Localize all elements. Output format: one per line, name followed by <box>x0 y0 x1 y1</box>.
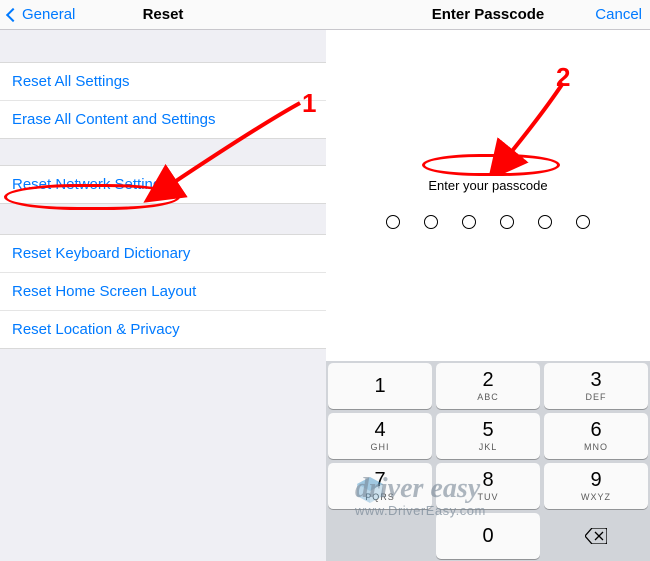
reset-title: Reset <box>143 6 184 23</box>
key-number: 2 <box>482 370 493 390</box>
back-to-general[interactable]: General <box>0 0 83 29</box>
key-letters: WXYZ <box>581 492 611 502</box>
erase-all-content[interactable]: Erase All Content and Settings <box>0 101 326 138</box>
key-number: 6 <box>590 420 601 440</box>
passcode-dot <box>576 215 590 229</box>
keypad-key-8[interactable]: 8 TUV <box>436 463 540 509</box>
reset-all-settings[interactable]: Reset All Settings <box>0 63 326 101</box>
key-letters: MNO <box>584 442 608 452</box>
passcode-dot <box>462 215 476 229</box>
keypad-key-5[interactable]: 5 JKL <box>436 413 540 459</box>
reset-location-privacy[interactable]: Reset Location & Privacy <box>0 311 326 348</box>
passcode-dot <box>538 215 552 229</box>
key-number: 8 <box>482 470 493 490</box>
passcode-entry-area: Enter your passcode <box>326 30 650 376</box>
keypad-key-0[interactable]: 0 <box>436 513 540 559</box>
reset-keyboard-dictionary[interactable]: Reset Keyboard Dictionary <box>0 235 326 273</box>
reset-group-3: Reset Keyboard Dictionary Reset Home Scr… <box>0 234 326 349</box>
key-letters: GHI <box>370 442 389 452</box>
passcode-dot <box>386 215 400 229</box>
passcode-nav-bar: Enter Passcode Cancel <box>326 0 650 30</box>
chevron-left-icon <box>6 7 20 21</box>
key-letters: DEF <box>586 392 607 402</box>
key-letters: JKL <box>479 442 498 452</box>
reset-group-2: Reset Network Settings <box>0 165 326 204</box>
reset-nav-bar: General Reset <box>0 0 326 30</box>
key-number: 0 <box>482 526 493 546</box>
reset-group-1: Reset All Settings Erase All Content and… <box>0 62 326 139</box>
keypad-key-1[interactable]: 1 <box>328 363 432 409</box>
passcode-dot <box>500 215 514 229</box>
keypad-key-3[interactable]: 3 DEF <box>544 363 648 409</box>
keypad-blank <box>328 513 432 559</box>
key-number: 4 <box>374 420 385 440</box>
passcode-dots <box>386 215 590 229</box>
key-letters: ABC <box>477 392 499 402</box>
passcode-dot <box>424 215 438 229</box>
backspace-icon <box>585 528 607 544</box>
reset-home-screen-layout[interactable]: Reset Home Screen Layout <box>0 273 326 311</box>
key-letters: TUV <box>478 492 499 502</box>
key-number: 9 <box>590 470 601 490</box>
logo-cube-icon <box>355 475 385 505</box>
key-number: 5 <box>482 420 493 440</box>
reset-settings-pane: General Reset Reset All Settings Erase A… <box>0 0 326 561</box>
passcode-prompt: Enter your passcode <box>428 178 547 193</box>
numeric-keypad: 12ABC3DEF4GHI5JKL6MNO7PQRS8TUV9WXYZ0 <box>326 361 650 561</box>
key-number: 3 <box>590 370 601 390</box>
keypad-key-6[interactable]: 6 MNO <box>544 413 648 459</box>
keypad-key-2[interactable]: 2 ABC <box>436 363 540 409</box>
key-number: 1 <box>374 376 385 396</box>
back-label: General <box>22 6 75 23</box>
cancel-button[interactable]: Cancel <box>587 0 650 29</box>
reset-network-settings[interactable]: Reset Network Settings <box>0 166 326 203</box>
passcode-title: Enter Passcode <box>432 6 545 23</box>
keypad-backspace[interactable] <box>544 513 648 559</box>
keypad-key-4[interactable]: 4 GHI <box>328 413 432 459</box>
keypad-key-9[interactable]: 9 WXYZ <box>544 463 648 509</box>
